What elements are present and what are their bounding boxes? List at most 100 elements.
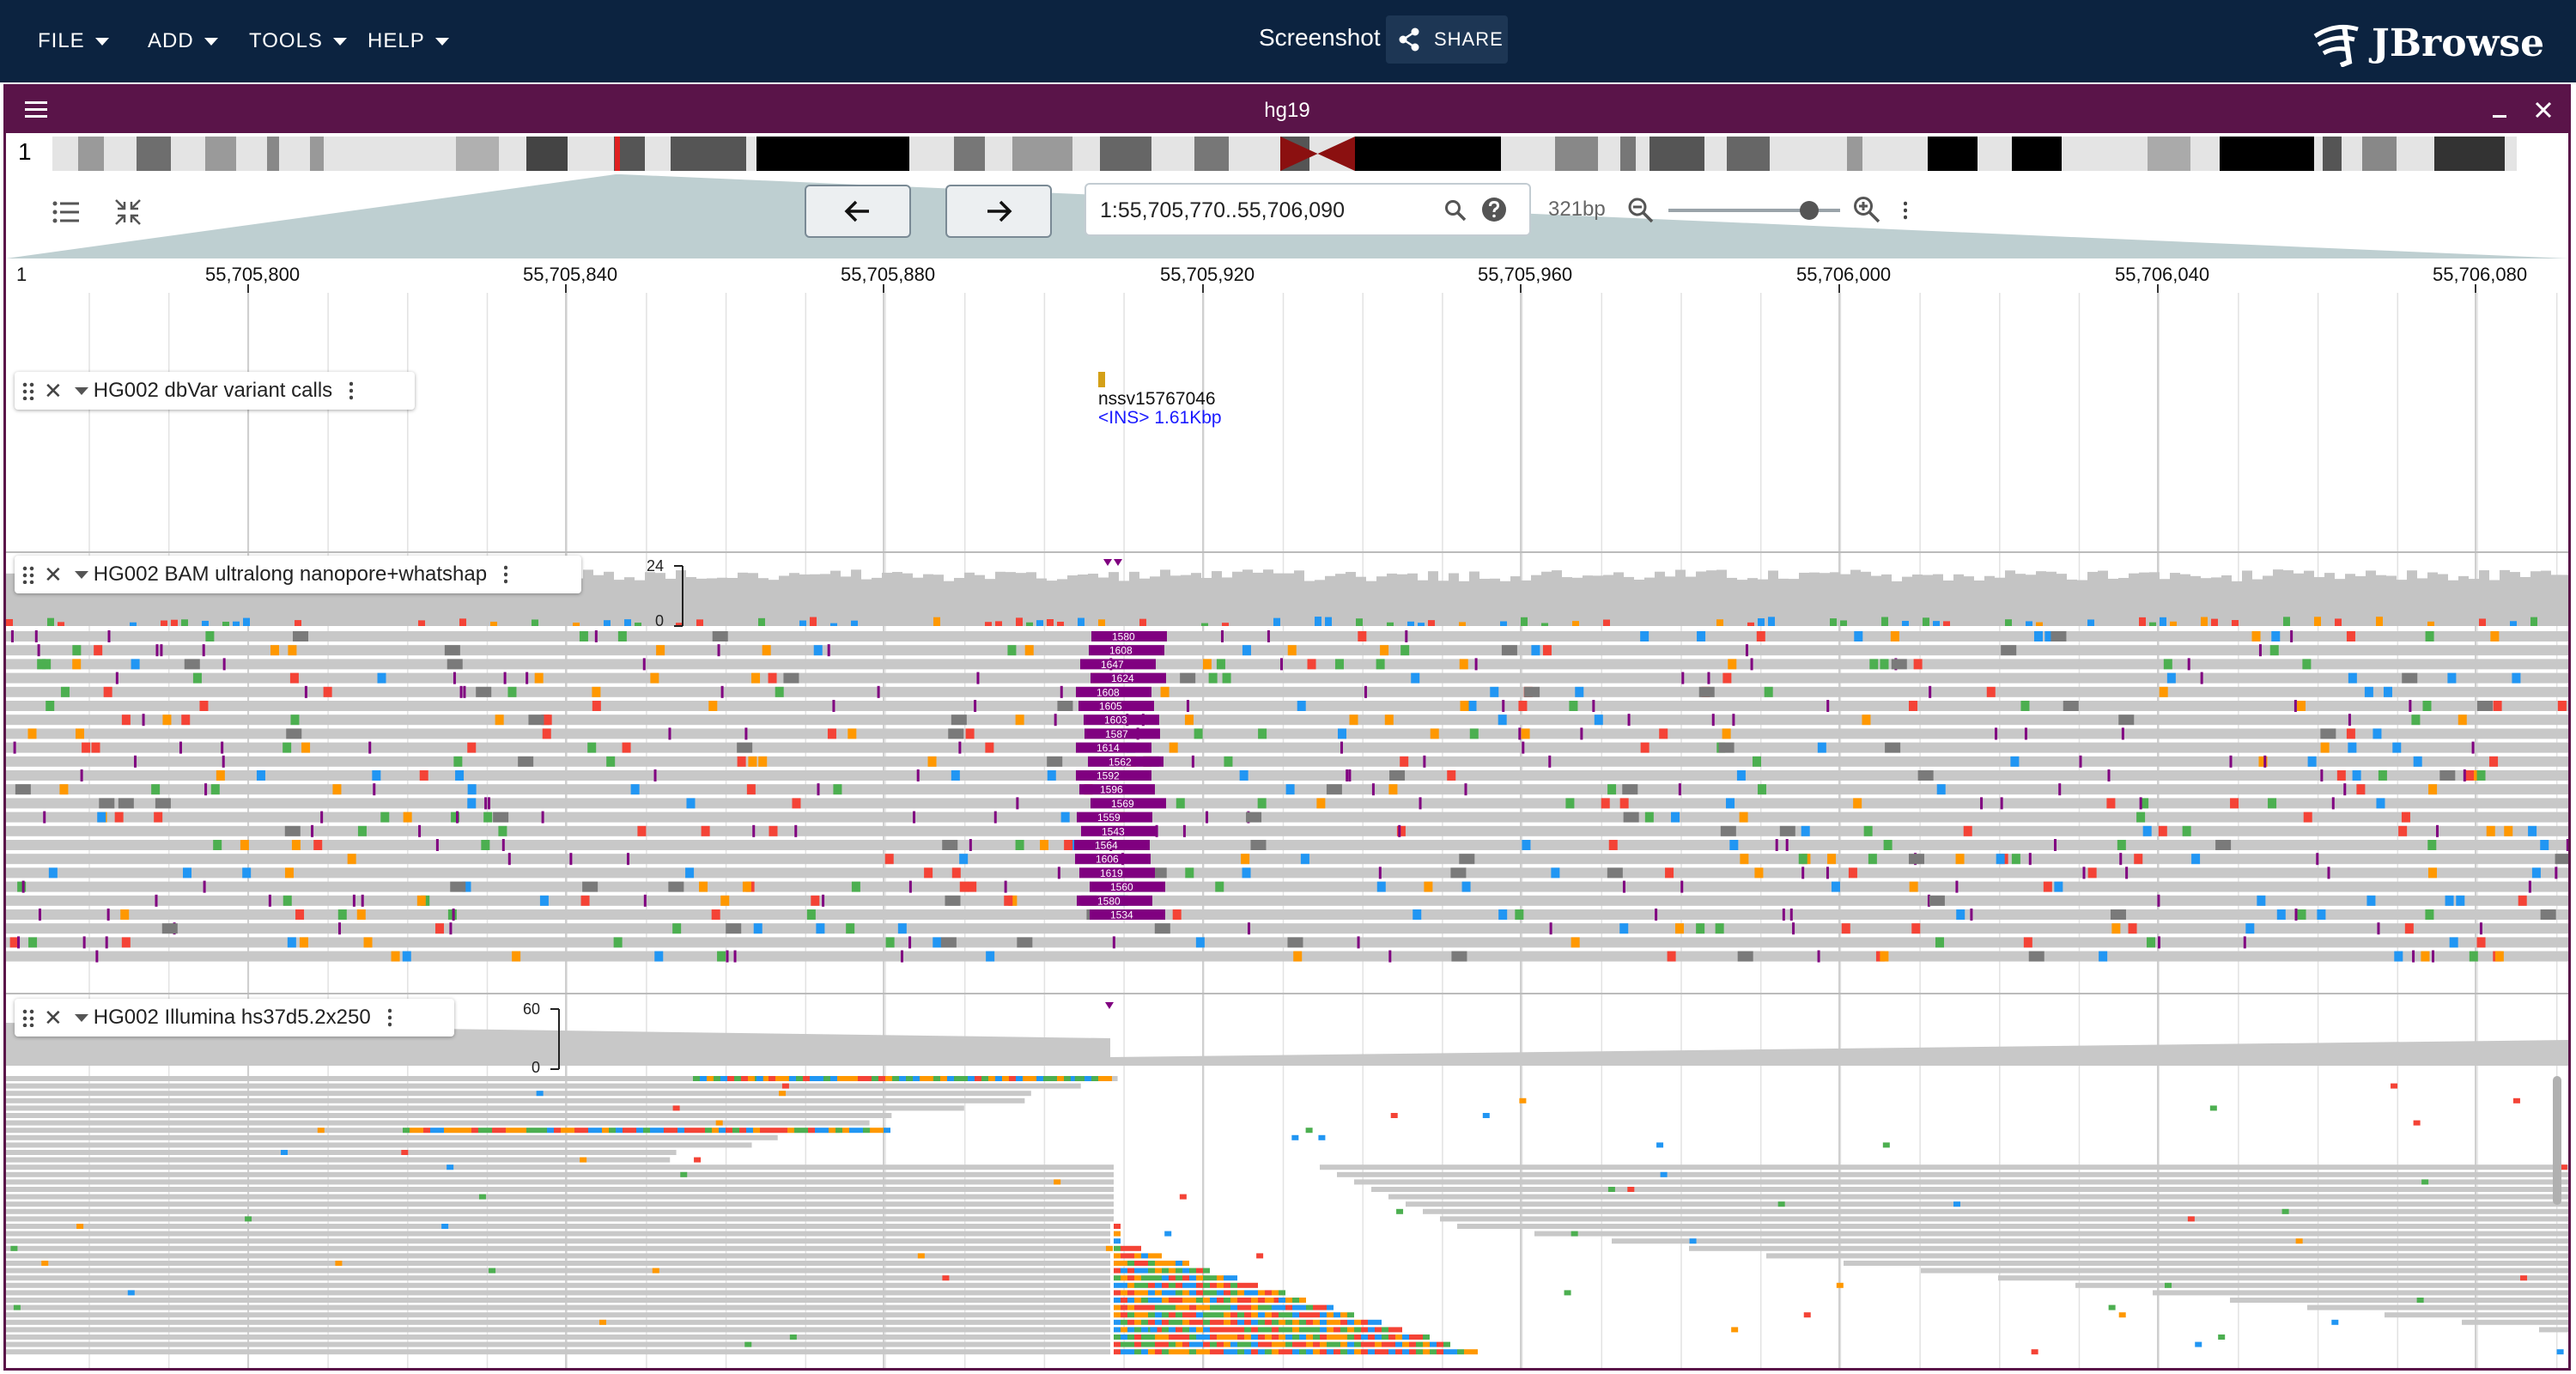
search-icon[interactable] bbox=[1443, 198, 1467, 222]
location-search-box[interactable] bbox=[1084, 183, 1531, 236]
coverage-bar bbox=[964, 572, 975, 626]
deletion bbox=[1501, 645, 1517, 656]
scroll-right-button[interactable] bbox=[945, 185, 1052, 238]
mismatch bbox=[1354, 1349, 1361, 1355]
small-insertion bbox=[204, 783, 208, 796]
mismatch bbox=[1203, 1275, 1210, 1281]
help-icon[interactable] bbox=[1481, 197, 1507, 222]
mismatch bbox=[1251, 1312, 1258, 1318]
deletion bbox=[726, 923, 742, 934]
read bbox=[6, 1120, 870, 1126]
chevron-down-icon[interactable] bbox=[74, 1013, 88, 1022]
mismatch bbox=[1380, 645, 1389, 656]
scroll-left-button[interactable] bbox=[805, 185, 911, 238]
coverage-bar bbox=[1953, 574, 1964, 626]
location-input[interactable] bbox=[1100, 197, 1426, 224]
deletion bbox=[2050, 631, 2067, 641]
zoom-slider-thumb[interactable] bbox=[1800, 201, 1819, 220]
mismatch bbox=[1196, 1290, 1203, 1296]
tools-menu[interactable]: TOOLS bbox=[249, 0, 347, 82]
track-menu-icon[interactable] bbox=[387, 1007, 392, 1028]
small-insertion bbox=[1782, 909, 1785, 921]
mismatch bbox=[1299, 1341, 1306, 1347]
mismatch bbox=[1196, 1341, 1203, 1347]
deletion bbox=[1737, 951, 1753, 962]
chevron-down-icon[interactable] bbox=[74, 570, 88, 579]
coordinate-ruler[interactable]: 1 55,705,800 55,705,840 55,705,880 55,70… bbox=[6, 258, 2568, 293]
zoom-slider[interactable] bbox=[1668, 201, 1840, 220]
small-insertion bbox=[2555, 866, 2558, 879]
chromosome-ideogram-bar[interactable]: 1 bbox=[6, 133, 2568, 174]
drag-handle-icon[interactable] bbox=[21, 381, 35, 400]
track-canvas[interactable]: 1580160816471624160816051603158716141562… bbox=[6, 293, 2568, 1371]
drag-handle-icon[interactable] bbox=[21, 565, 35, 584]
mismatch bbox=[677, 1128, 684, 1134]
coverage-bar bbox=[1335, 574, 1346, 626]
variant-feature-description[interactable]: <INS> 1.61Kbp bbox=[1098, 408, 1222, 429]
session-title[interactable]: Screenshot bbox=[1259, 24, 1381, 52]
mismatch bbox=[363, 937, 373, 948]
insertion-size-label: 1543 bbox=[1102, 825, 1125, 837]
small-insertion bbox=[311, 824, 314, 837]
mismatch bbox=[1203, 1334, 1210, 1340]
mismatch bbox=[1195, 937, 1205, 948]
mismatch bbox=[1265, 1290, 1272, 1296]
minimize-icon[interactable] bbox=[2489, 100, 2510, 121]
mismatch bbox=[906, 1076, 913, 1081]
track-selector-icon[interactable] bbox=[51, 197, 82, 228]
mismatch bbox=[1297, 701, 1306, 711]
track-label-variants[interactable]: ✕ HG002 dbVar variant calls bbox=[15, 372, 415, 410]
collapse-icon[interactable] bbox=[112, 197, 143, 228]
coverage-bar bbox=[1613, 572, 1624, 626]
zoom-in-icon[interactable] bbox=[1852, 195, 1881, 224]
close-track-icon[interactable]: ✕ bbox=[44, 1005, 63, 1031]
mismatch bbox=[768, 672, 777, 684]
small-insertion bbox=[1346, 769, 1349, 781]
coverage-bar bbox=[1026, 572, 1036, 626]
variant-feature-name[interactable]: nssv15767046 bbox=[1098, 389, 1216, 410]
coverage-bar bbox=[1696, 571, 1706, 626]
mismatch bbox=[1340, 1349, 1347, 1355]
read bbox=[6, 812, 2568, 823]
read bbox=[6, 1208, 1114, 1214]
coverage-bar bbox=[2479, 570, 2489, 626]
mismatch bbox=[734, 1076, 741, 1081]
chevron-down-icon bbox=[204, 37, 218, 46]
close-track-icon[interactable]: ✕ bbox=[44, 562, 63, 588]
file-menu[interactable]: FILE bbox=[38, 0, 109, 82]
track-label-illumina[interactable]: ✕ HG002 Illumina hs37d5.2x250 bbox=[15, 999, 454, 1037]
mismatch bbox=[1722, 672, 1732, 684]
drag-handle-icon[interactable] bbox=[21, 1008, 35, 1027]
mismatch bbox=[1334, 1312, 1340, 1318]
mismatch bbox=[1285, 784, 1295, 795]
track-menu-icon[interactable] bbox=[349, 380, 354, 401]
help-menu[interactable]: HELP bbox=[368, 0, 449, 82]
mismatch bbox=[1148, 1253, 1155, 1259]
mismatch bbox=[2392, 742, 2402, 753]
mismatch bbox=[1285, 1334, 1292, 1340]
coverage-bar bbox=[1191, 573, 1201, 626]
mismatch bbox=[451, 1128, 458, 1134]
mismatch bbox=[1203, 1290, 1210, 1296]
mismatch bbox=[1608, 840, 1618, 850]
chromosome-ideogram[interactable] bbox=[52, 137, 2517, 171]
share-button[interactable]: SHARE bbox=[1386, 15, 1508, 64]
mismatch bbox=[587, 742, 597, 753]
track-label-nanopore[interactable]: ✕ HG002 BAM ultralong nanopore+whatshap bbox=[15, 556, 581, 593]
view-options-icon[interactable] bbox=[1904, 200, 1907, 221]
coverage-bar bbox=[1510, 576, 1521, 626]
mismatch bbox=[1169, 1319, 1176, 1325]
add-menu[interactable]: ADD bbox=[148, 0, 218, 82]
small-insertion bbox=[1182, 824, 1186, 837]
track-menu-icon[interactable] bbox=[504, 564, 508, 585]
close-track-icon[interactable]: ✕ bbox=[44, 378, 63, 404]
close-view-icon[interactable] bbox=[2532, 99, 2555, 121]
chevron-down-icon[interactable] bbox=[74, 386, 88, 395]
read bbox=[6, 1319, 1110, 1325]
mismatch bbox=[13, 1304, 21, 1310]
view-title[interactable]: hg19 bbox=[6, 99, 2568, 123]
mismatch bbox=[1334, 1334, 1340, 1340]
mismatch bbox=[616, 1128, 623, 1134]
coverage-mismatch bbox=[758, 617, 765, 626]
zoom-out-icon[interactable] bbox=[1627, 197, 1655, 224]
